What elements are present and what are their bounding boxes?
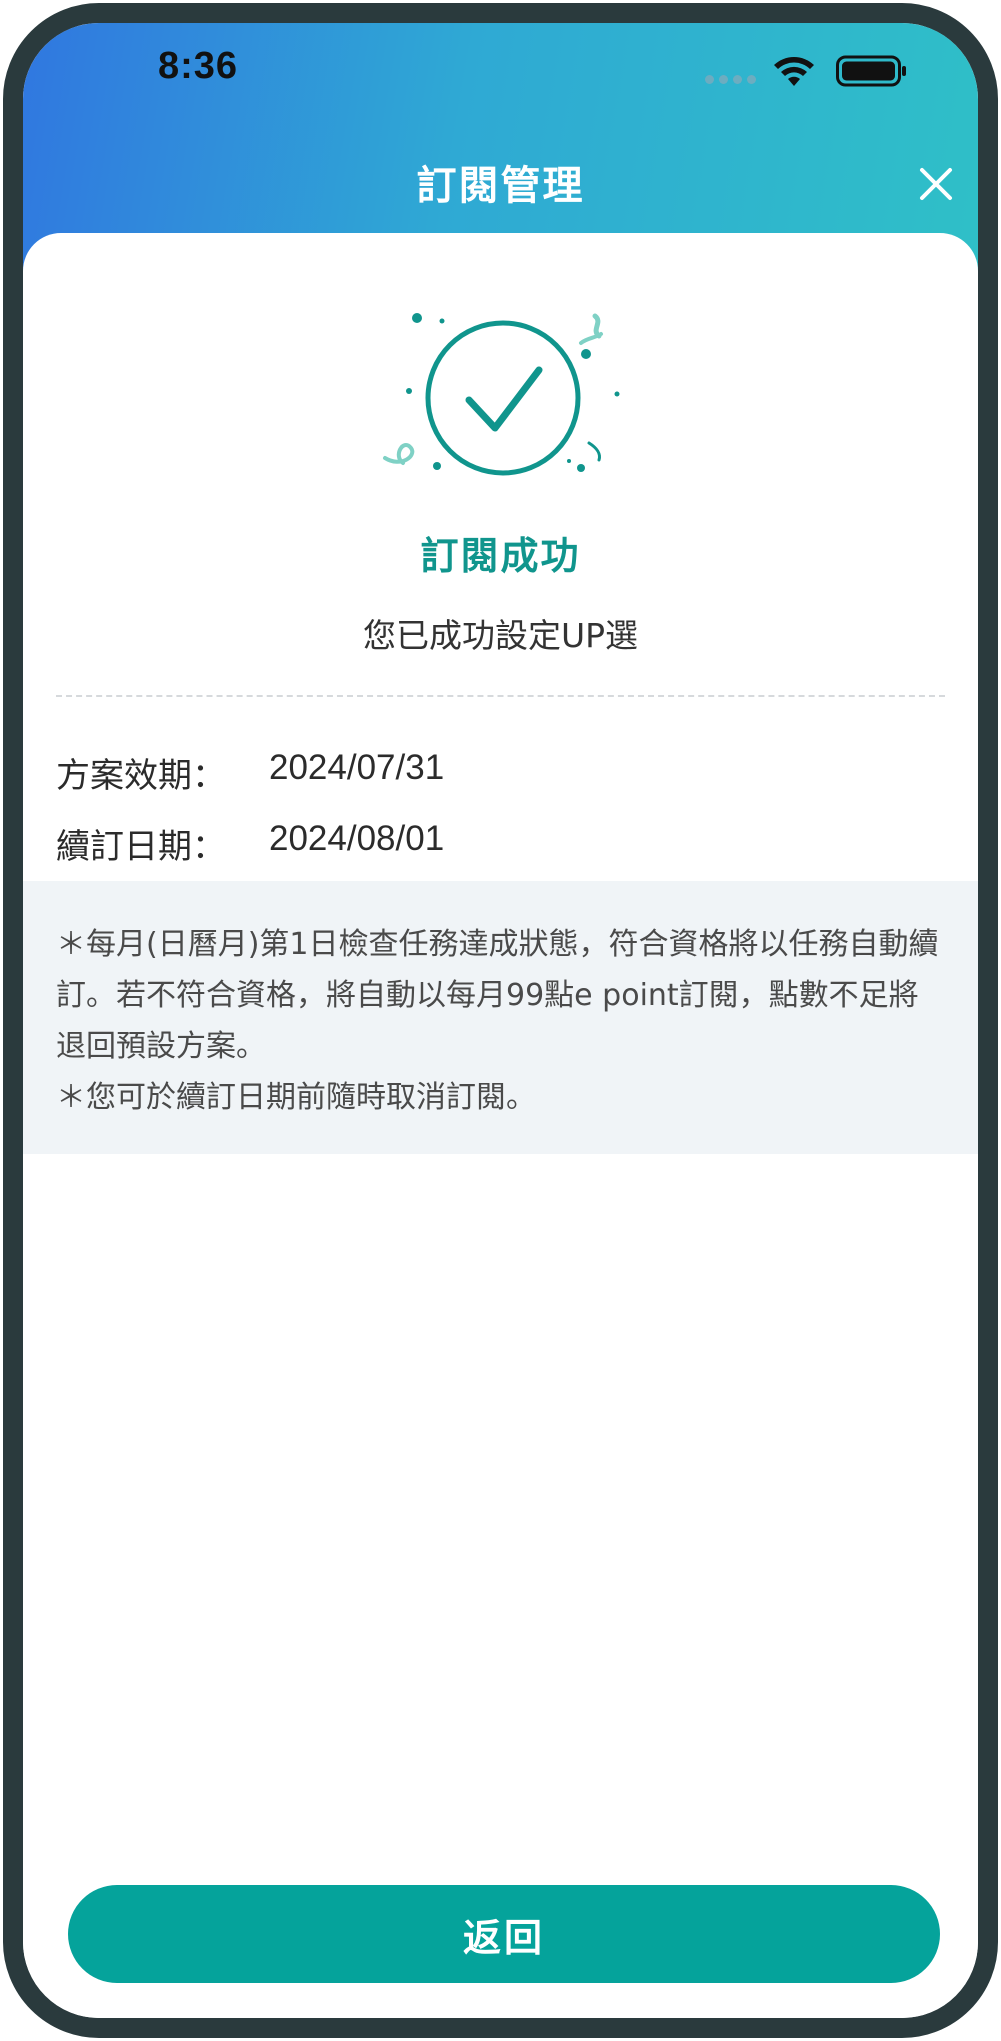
renewal-date-value: 2024/08/01 — [269, 819, 445, 858]
dashed-divider — [56, 695, 945, 697]
close-icon — [920, 168, 952, 200]
plan-validity-value: 2024/07/31 — [269, 748, 445, 787]
content-card: 訂閱成功 您已成功設定UP選 方案效期： 2024/07/31 續訂日期： 20… — [23, 233, 978, 2018]
success-title: 訂閱成功 — [420, 534, 581, 578]
status-time: 8:36 — [158, 45, 239, 87]
status-bar: 8:36 — [23, 23, 978, 133]
battery-icon — [836, 55, 906, 87]
close-button[interactable] — [913, 161, 959, 207]
success-message: 您已成功設定UP選 — [362, 616, 639, 655]
plan-validity-label: 方案效期： — [56, 756, 226, 796]
device-frame: 8:36 訂閱管理 訂閱成功 您已成功設定UP選 方案效期： 2024/07/3… — [3, 3, 998, 2038]
page-title: 訂閱管理 — [416, 163, 585, 209]
note-item: ＊每月(日曆月)第1日檢查任務達成狀態，符合資格將以任務自動續訂。若不符合資格，… — [56, 927, 939, 1064]
cellular-signal-icon — [705, 75, 756, 84]
renewal-date-label: 續訂日期： — [56, 827, 226, 867]
return-button[interactable]: 返回 — [68, 1885, 940, 1983]
notes-panel: ＊每月(日曆月)第1日檢查任務達成狀態，符合資格將以任務自動續訂。若不符合資格，… — [23, 881, 978, 1154]
phone-screen: 8:36 訂閱管理 訂閱成功 您已成功設定UP選 方案效期： 2024/07/3… — [0, 0, 1001, 2041]
check-circle-icon — [383, 313, 620, 476]
note-item: ＊您可於續訂日期前隨時取消訂閱。 — [56, 1080, 536, 1115]
wifi-icon — [774, 57, 814, 86]
